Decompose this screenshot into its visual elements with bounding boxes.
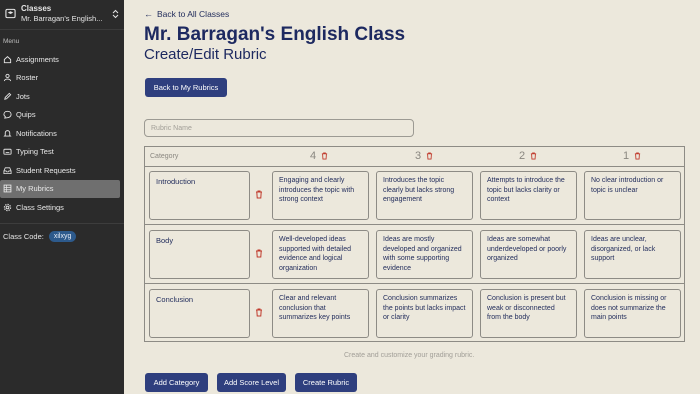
menu-label: Menu: [3, 38, 20, 45]
class-code: Class Code: xilxyg: [0, 224, 124, 242]
criteria-cell[interactable]: Conclusion is present but weak or discon…: [480, 289, 577, 338]
category-input[interactable]: Body: [149, 230, 250, 279]
add-category-button[interactable]: Add Category: [145, 373, 208, 392]
score-level-header-4: 4: [310, 150, 328, 162]
sidebar-item-assignments[interactable]: Assignments: [0, 50, 124, 69]
page-title: Mr. Barragan's English Class: [144, 24, 406, 45]
sidebar-item-my-rubrics[interactable]: My Rubrics: [0, 179, 120, 198]
criteria-cell[interactable]: Well-developed ideas supported with deta…: [272, 230, 369, 279]
trash-icon[interactable]: [530, 152, 537, 160]
sidebar-item-label: My Rubrics: [16, 184, 54, 194]
rubric-icon: [3, 184, 12, 193]
sidebar-item-student-requests[interactable]: Student Requests: [0, 161, 124, 180]
rubric-name-input[interactable]: Rubric Name: [144, 119, 414, 137]
page-subtitle: Create/Edit Rubric: [144, 46, 267, 63]
sidebar-item-jots[interactable]: Jots: [0, 87, 124, 106]
rubric-table: Category 4 3 2 1 Introduction Engaging a: [144, 146, 685, 342]
sidebar-item-notifications[interactable]: Notifications: [0, 124, 124, 143]
rubric-row-body: Body Well-developed ideas supported with…: [145, 226, 684, 284]
back-to-classes-label: Back to All Classes: [157, 9, 230, 19]
criteria-cell[interactable]: No clear introduction or topic is unclea…: [584, 171, 681, 220]
trash-icon[interactable]: [634, 152, 641, 160]
arrow-left-icon: ←: [144, 9, 153, 19]
class-switcher-name: Mr. Barragan's English...: [21, 13, 103, 23]
main-content: ← Back to All Classes Mr. Barragan's Eng…: [124, 0, 700, 394]
user-icon: [3, 73, 12, 82]
sidebar-item-roster[interactable]: Roster: [0, 69, 124, 88]
score-level-header-1: 1: [623, 150, 641, 162]
class-code-label: Class Code:: [3, 231, 44, 241]
score-level-value: 2: [519, 150, 526, 162]
sidebar: Classes Mr. Barragan's English... Menu A…: [0, 0, 124, 394]
score-level-value: 4: [310, 150, 317, 162]
score-level-header-2: 2: [519, 150, 537, 162]
criteria-cell[interactable]: Introduces the topic clearly but lacks s…: [376, 171, 473, 220]
score-level-value: 3: [415, 150, 422, 162]
score-level-header-3: 3: [415, 150, 433, 162]
trash-icon[interactable]: [321, 152, 328, 160]
class-switcher[interactable]: Classes Mr. Barragan's English...: [0, 0, 124, 30]
rubric-header: Category 4 3 2 1: [145, 147, 684, 167]
category-input[interactable]: Conclusion: [149, 289, 250, 338]
score-level-value: 1: [623, 150, 630, 162]
add-score-level-button[interactable]: Add Score Level: [217, 373, 286, 392]
class-switcher-title: Classes: [21, 3, 52, 13]
sidebar-item-label: Student Requests: [16, 165, 76, 175]
trash-icon[interactable]: [426, 152, 433, 160]
criteria-cell[interactable]: Ideas are unclear, disorganized, or lack…: [584, 230, 681, 279]
class-code-badge[interactable]: xilxyg: [48, 230, 77, 242]
sidebar-item-label: Assignments: [16, 54, 59, 64]
sidebar-item-label: Quips: [16, 110, 36, 120]
inbox-icon: [3, 166, 12, 175]
category-header: Category: [150, 153, 179, 160]
trash-icon[interactable]: [255, 249, 263, 258]
criteria-cell[interactable]: Conclusion is missing or does not summar…: [584, 289, 681, 338]
criteria-cell[interactable]: Ideas are mostly developed and organized…: [376, 230, 473, 279]
rubric-row-conclusion: Conclusion Clear and relevant conclusion…: [145, 285, 684, 343]
bell-icon: [3, 129, 12, 138]
create-rubric-button[interactable]: Create Rubric: [295, 373, 357, 392]
keyboard-icon: [3, 147, 12, 156]
gear-icon: [3, 203, 12, 212]
rubric-row-introduction: Introduction Engaging and clearly introd…: [145, 167, 684, 225]
help-text: Create and customize your grading rubric…: [344, 352, 475, 359]
home-icon: [3, 55, 12, 64]
criteria-cell[interactable]: Conclusion summarizes the points but lac…: [376, 289, 473, 338]
graduation-cap-icon: [3, 7, 17, 21]
category-input[interactable]: Introduction: [149, 171, 250, 220]
sidebar-item-typing-test[interactable]: Typing Test: [0, 143, 124, 162]
criteria-cell[interactable]: Clear and relevant conclusion that summa…: [272, 289, 369, 338]
criteria-cell[interactable]: Engaging and clearly introduces the topi…: [272, 171, 369, 220]
sidebar-item-label: Typing Test: [16, 147, 54, 157]
criteria-cell[interactable]: Attempts to introduce the topic but lack…: [480, 171, 577, 220]
chevron-up-down-icon: [110, 7, 120, 21]
criteria-cell[interactable]: Ideas are somewhat underdeveloped or poo…: [480, 230, 577, 279]
trash-icon[interactable]: [255, 190, 263, 199]
back-to-my-rubrics-button[interactable]: Back to My Rubrics: [145, 78, 227, 97]
sidebar-item-class-settings[interactable]: Class Settings: [0, 198, 124, 217]
sidebar-item-quips[interactable]: Quips: [0, 106, 124, 125]
pencil-icon: [3, 92, 12, 101]
trash-icon[interactable]: [255, 308, 263, 317]
sidebar-item-label: Notifications: [16, 128, 57, 138]
sidebar-item-label: Roster: [16, 73, 39, 83]
chat-icon: [3, 110, 12, 119]
sidebar-item-label: Jots: [16, 91, 30, 101]
sidebar-item-label: Class Settings: [16, 202, 64, 212]
back-to-classes-link[interactable]: ← Back to All Classes: [144, 9, 229, 19]
